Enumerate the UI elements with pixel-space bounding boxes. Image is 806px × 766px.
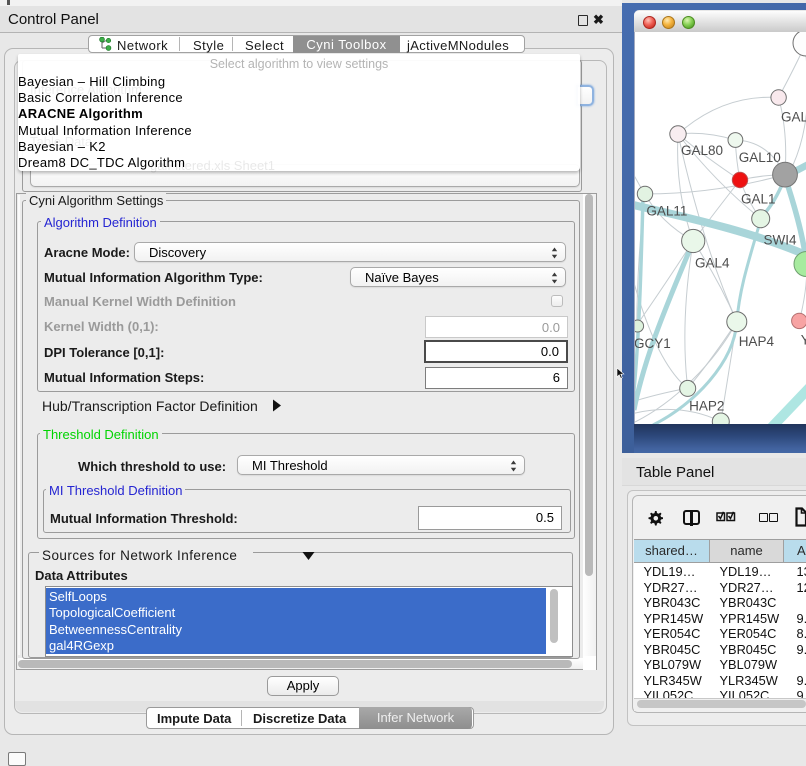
svg-text:HAP4: HAP4 <box>739 334 775 349</box>
svg-text:GCY1: GCY1 <box>635 336 671 351</box>
svg-text:GAL10: GAL10 <box>739 150 781 165</box>
svg-text:GAL7: GAL7 <box>781 110 806 125</box>
svg-text:SWI4: SWI4 <box>764 232 797 247</box>
svg-text:GAL1: GAL1 <box>741 192 776 207</box>
svg-text:GAL4: GAL4 <box>695 255 730 270</box>
svg-text:GAL80: GAL80 <box>681 143 723 158</box>
svg-text:Y: Y <box>801 332 806 347</box>
svg-text:HAP2: HAP2 <box>689 399 724 414</box>
svg-text:GAL11: GAL11 <box>646 203 687 218</box>
